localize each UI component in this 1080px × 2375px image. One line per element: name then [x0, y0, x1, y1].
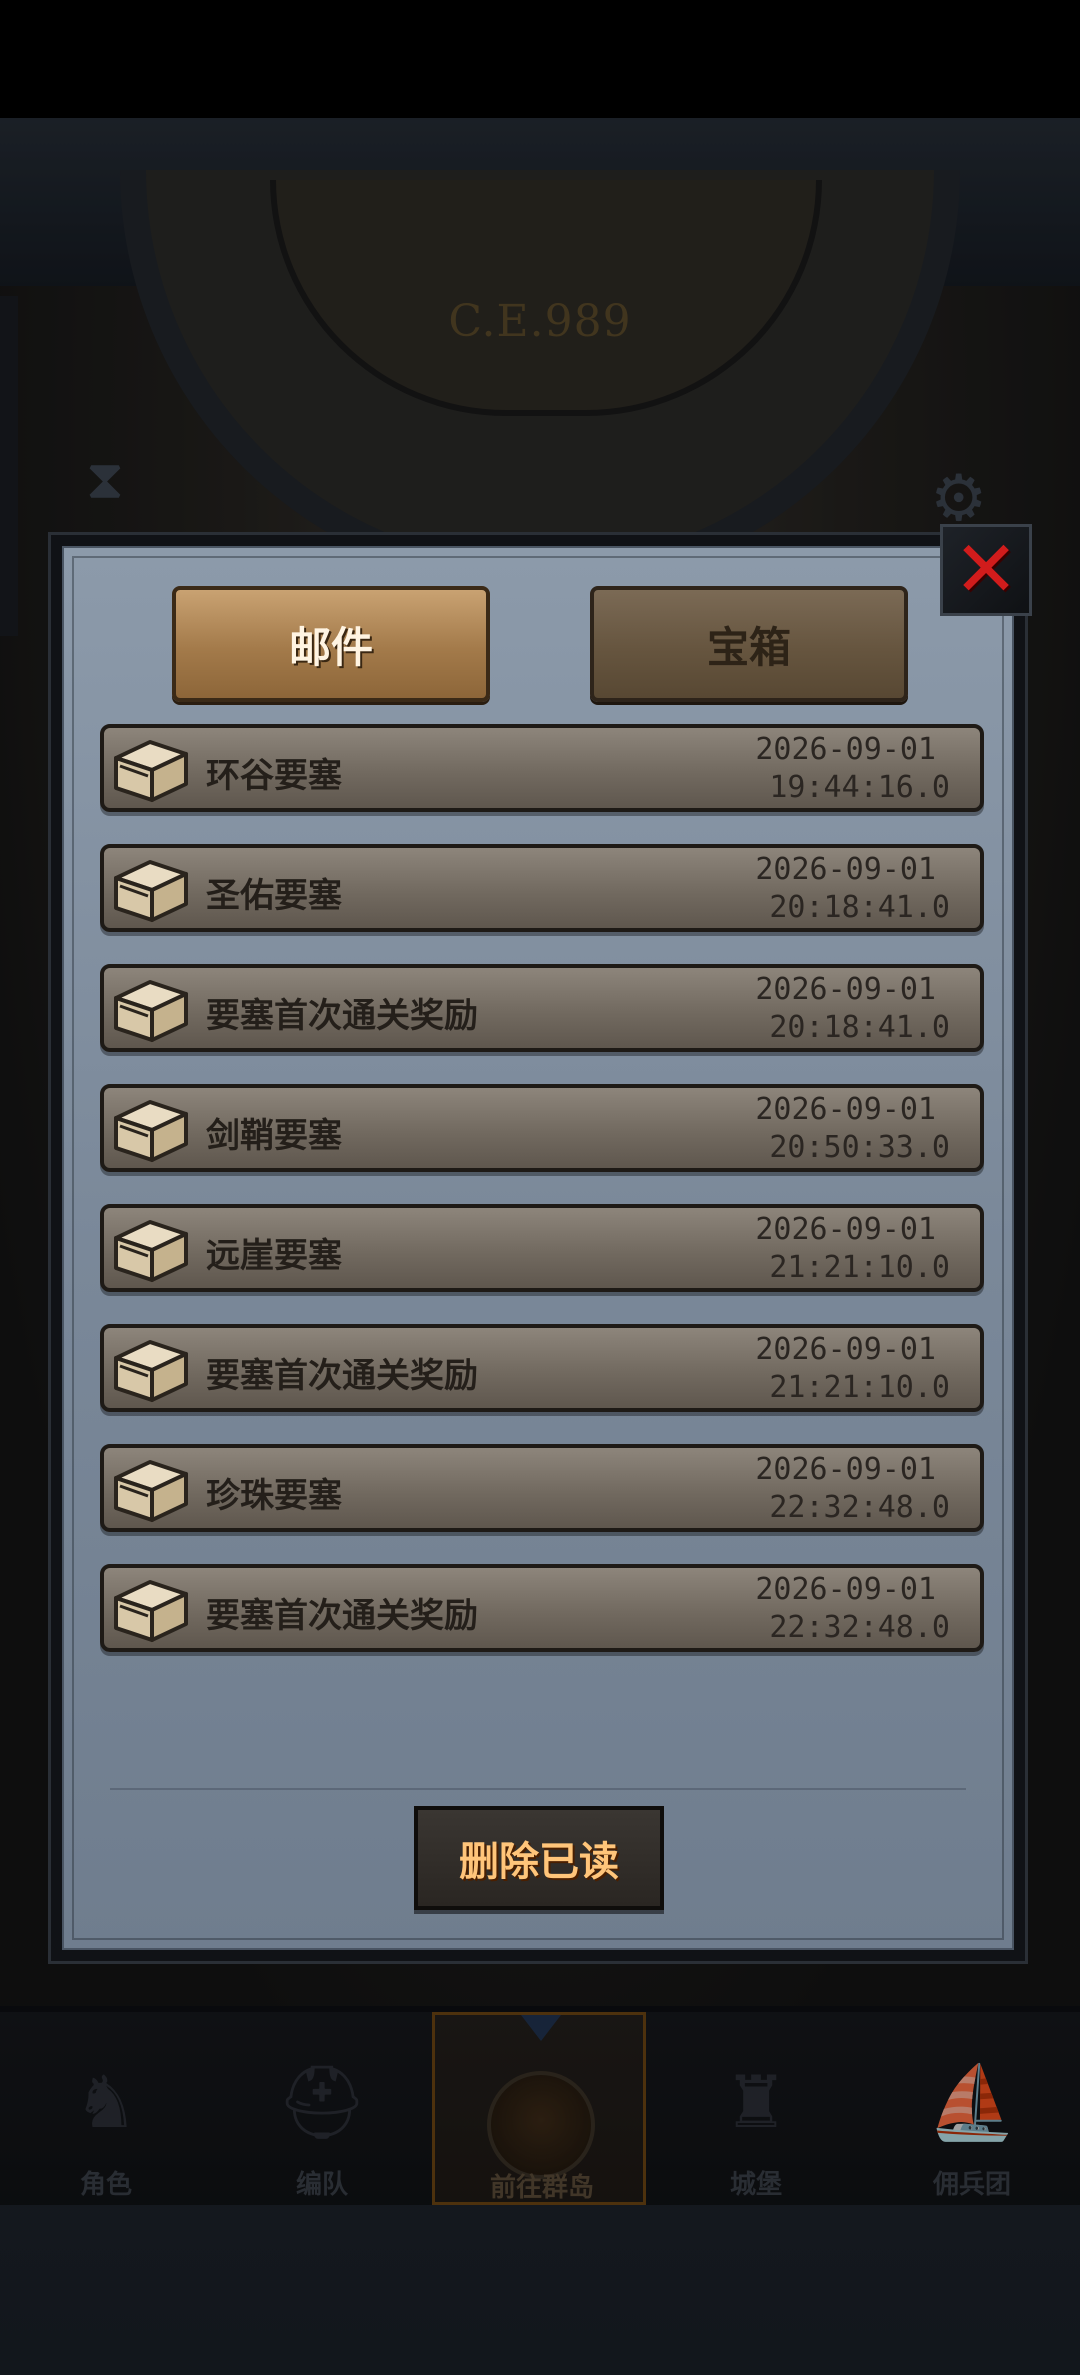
- mail-row[interactable]: 要塞首次通关奖励 2026-09-01 20:18:41.0: [100, 964, 984, 1052]
- mail-date: 2026-09-01: [755, 1572, 936, 1607]
- mail-date: 2026-09-01: [755, 732, 936, 767]
- mail-time: 20:18:41.0: [769, 890, 950, 925]
- mail-title: 剑鞘要塞: [206, 1116, 342, 1156]
- tab-label: 宝箱: [706, 622, 791, 672]
- divider: [110, 1788, 966, 1790]
- close-button[interactable]: ✕: [940, 524, 1032, 616]
- treasure-chest-icon: [110, 972, 192, 1044]
- mail-date: 2026-09-01: [755, 1332, 936, 1367]
- mail-title: 远崖要塞: [206, 1236, 342, 1276]
- close-icon: ✕: [953, 525, 1019, 615]
- treasure-chest-icon: [110, 1332, 192, 1404]
- treasure-chest-icon: [110, 852, 192, 924]
- mail-row[interactable]: 要塞首次通关奖励 2026-09-01 21:21:10.0: [100, 1324, 984, 1412]
- mail-date: 2026-09-01: [755, 1452, 936, 1487]
- mail-title: 珍珠要塞: [206, 1476, 342, 1516]
- mail-row[interactable]: 要塞首次通关奖励 2026-09-01 22:32:48.0: [100, 1564, 984, 1652]
- mail-date: 2026-09-01: [755, 972, 936, 1007]
- mail-time: 20:18:41.0: [769, 1010, 950, 1045]
- status-bar-area: [0, 0, 1080, 118]
- treasure-chest-icon: [110, 1452, 192, 1524]
- mail-time: 22:32:48.0: [769, 1490, 950, 1525]
- mail-time: 19:44:16.0: [769, 770, 950, 805]
- mail-row[interactable]: 珍珠要塞 2026-09-01 22:32:48.0: [100, 1444, 984, 1532]
- treasure-chest-icon: [110, 1572, 192, 1644]
- mail-date: 2026-09-01: [755, 1212, 936, 1247]
- tab-label: 邮件: [288, 622, 373, 672]
- mail-time: 21:21:10.0: [769, 1370, 950, 1405]
- tab-chest[interactable]: 宝箱: [590, 586, 908, 702]
- delete-read-label: 删除已读: [459, 1839, 619, 1885]
- mail-time: 22:32:48.0: [769, 1610, 950, 1645]
- treasure-chest-icon: [110, 732, 192, 804]
- mail-title: 要塞首次通关奖励: [206, 1596, 478, 1636]
- mail-date: 2026-09-01: [755, 852, 936, 887]
- mail-time: 20:50:33.0: [769, 1130, 950, 1165]
- mail-row[interactable]: 剑鞘要塞 2026-09-01 20:50:33.0: [100, 1084, 984, 1172]
- mail-title: 要塞首次通关奖励: [206, 996, 478, 1036]
- tab-mail[interactable]: 邮件: [172, 586, 490, 702]
- delete-read-button[interactable]: 删除已读: [414, 1806, 664, 1910]
- mail-title: 环谷要塞: [206, 756, 342, 796]
- treasure-chest-icon: [110, 1212, 192, 1284]
- mail-row[interactable]: 圣佑要塞 2026-09-01 20:18:41.0: [100, 844, 984, 932]
- treasure-chest-icon: [110, 1092, 192, 1164]
- mail-row[interactable]: 环谷要塞 2026-09-01 19:44:16.0: [100, 724, 984, 812]
- mail-date: 2026-09-01: [755, 1092, 936, 1127]
- mail-row[interactable]: 远崖要塞 2026-09-01 21:21:10.0: [100, 1204, 984, 1292]
- mail-title: 圣佑要塞: [206, 876, 342, 916]
- mail-time: 21:21:10.0: [769, 1250, 950, 1285]
- mail-title: 要塞首次通关奖励: [206, 1356, 478, 1396]
